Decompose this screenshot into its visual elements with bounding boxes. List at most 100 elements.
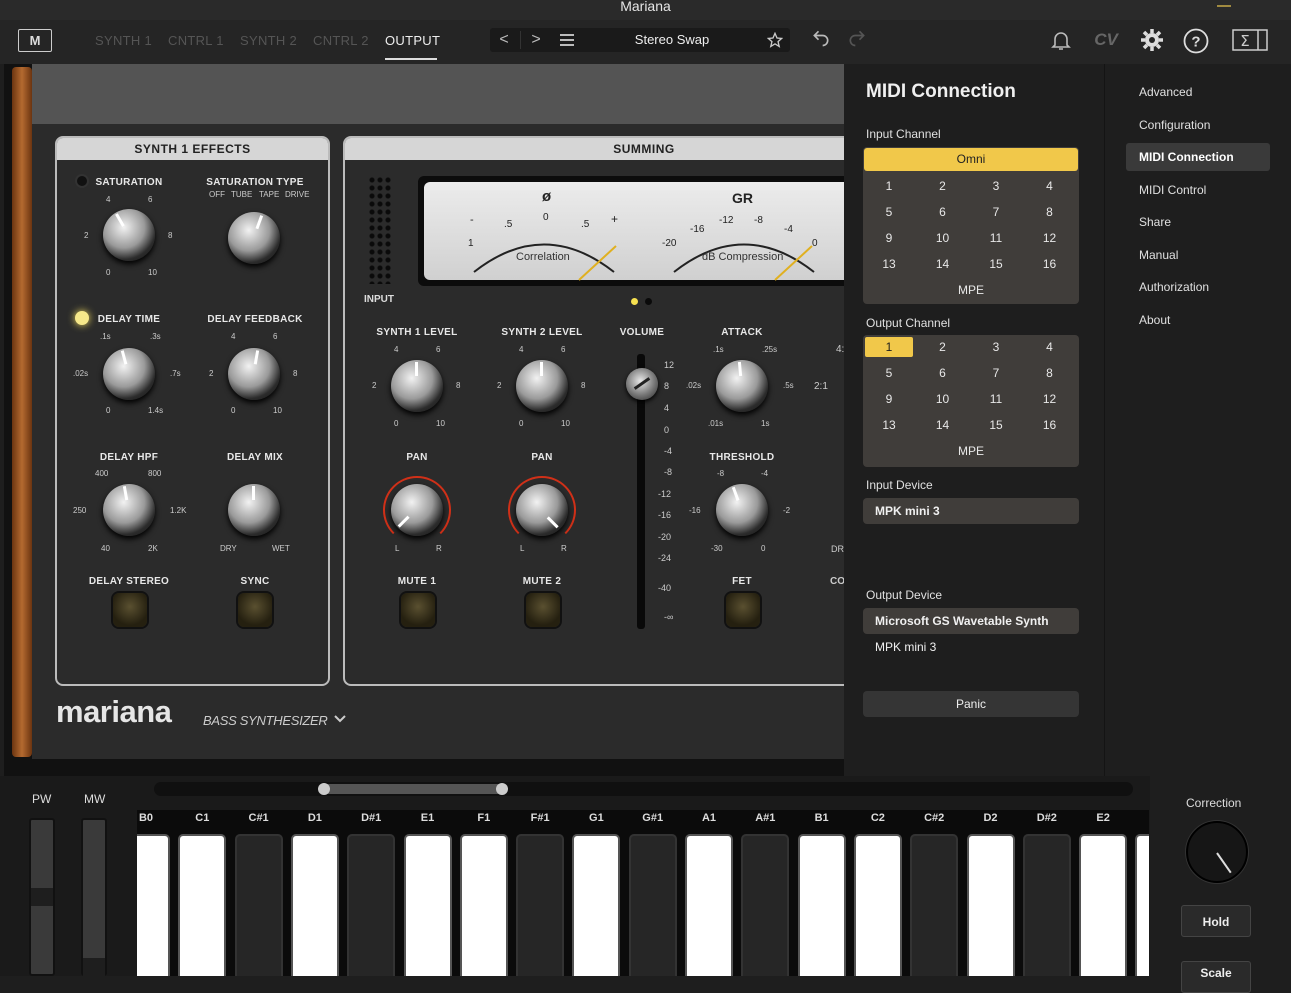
- piano-key-asharp1[interactable]: [741, 834, 790, 976]
- threshold-knob[interactable]: [716, 484, 768, 536]
- menu-item-share[interactable]: Share: [1139, 215, 1171, 229]
- input-channel-16[interactable]: 16: [1026, 254, 1074, 274]
- output-channel-2[interactable]: 2: [919, 337, 967, 357]
- input-channel-5[interactable]: 5: [865, 202, 913, 222]
- output-channel-16[interactable]: 16: [1026, 415, 1074, 435]
- output-channel-4[interactable]: 4: [1026, 337, 1074, 357]
- piano-key-g1[interactable]: [572, 834, 621, 976]
- piano-key-e2[interactable]: [1079, 834, 1128, 976]
- output-channel-15[interactable]: 15: [972, 415, 1020, 435]
- mod-wheel[interactable]: [81, 818, 107, 976]
- brand-dropdown-button[interactable]: [333, 712, 347, 731]
- undo-button[interactable]: [808, 28, 834, 54]
- piano-key-gsharp1[interactable]: [628, 834, 677, 976]
- input-channel-omni[interactable]: Omni: [864, 148, 1078, 171]
- keyboard-scroll-thumb[interactable]: [318, 783, 508, 795]
- piano-key-e1[interactable]: [403, 834, 452, 976]
- minimize-button[interactable]: [1203, 0, 1247, 20]
- tab-synth1[interactable]: SYNTH 1: [95, 33, 152, 48]
- output-channel-12[interactable]: 12: [1026, 389, 1074, 409]
- piano-key-csharp1[interactable]: [234, 834, 283, 976]
- pitch-wheel[interactable]: [29, 818, 55, 976]
- next-preset-button[interactable]: >: [522, 28, 550, 52]
- piano-key-partial[interactable]: [1135, 834, 1149, 976]
- cv-button[interactable]: CV: [1090, 28, 1122, 52]
- attack-knob[interactable]: [716, 360, 768, 412]
- prev-preset-button[interactable]: <: [490, 28, 518, 52]
- pan2-knob[interactable]: [516, 484, 568, 536]
- settings-button[interactable]: [1138, 28, 1166, 58]
- piano-key-b0[interactable]: [137, 834, 170, 976]
- output-channel-7[interactable]: 7: [972, 363, 1020, 383]
- piano-key-dsharp1[interactable]: [347, 834, 396, 976]
- input-channel-10[interactable]: 10: [919, 228, 967, 248]
- input-channel-8[interactable]: 8: [1026, 202, 1074, 222]
- scroll-thumb-left-handle[interactable]: [318, 783, 330, 795]
- input-channel-9[interactable]: 9: [865, 228, 913, 248]
- pitch-wheel-handle[interactable]: [31, 888, 53, 906]
- volume-fader-handle[interactable]: [626, 368, 658, 400]
- input-channel-14[interactable]: 14: [919, 254, 967, 274]
- hold-button[interactable]: Hold: [1181, 905, 1251, 937]
- panic-button[interactable]: Panic: [863, 691, 1079, 717]
- pan1-knob[interactable]: [391, 484, 443, 536]
- output-device-option-selected[interactable]: Microsoft GS Wavetable Synth: [863, 608, 1079, 634]
- mod-wheel-handle[interactable]: [83, 958, 105, 976]
- output-channel-9[interactable]: 9: [865, 389, 913, 409]
- delay-mix-knob[interactable]: [228, 484, 280, 536]
- saturation-type-knob[interactable]: [228, 212, 280, 264]
- scale-button[interactable]: Scale: [1181, 961, 1251, 993]
- output-channel-8[interactable]: 8: [1026, 363, 1074, 383]
- preset-name[interactable]: Stereo Swap: [586, 28, 758, 52]
- output-device-option[interactable]: MPK mini 3: [863, 634, 1079, 660]
- piano-key-csharp2[interactable]: [910, 834, 959, 976]
- logo-menu-button[interactable]: M: [18, 29, 52, 52]
- scroll-thumb-right-handle[interactable]: [496, 783, 508, 795]
- favorite-button[interactable]: [762, 28, 788, 54]
- output-channel-10[interactable]: 10: [919, 389, 967, 409]
- piano-key-f1[interactable]: [459, 834, 508, 976]
- sync-button[interactable]: [238, 593, 272, 627]
- synth2-level-knob[interactable]: [516, 360, 568, 412]
- piano-key-fsharp1[interactable]: [516, 834, 565, 976]
- delay-feedback-knob[interactable]: [228, 348, 280, 400]
- piano-key-b1[interactable]: [797, 834, 846, 976]
- input-channel-11[interactable]: 11: [972, 228, 1020, 248]
- correction-knob[interactable]: [1186, 821, 1248, 883]
- help-button[interactable]: ?: [1182, 28, 1210, 60]
- input-channel-13[interactable]: 13: [865, 254, 913, 274]
- sidebar-toggle-button[interactable]: Σ: [1232, 28, 1268, 58]
- menu-item-manual[interactable]: Manual: [1139, 248, 1178, 262]
- mute1-button[interactable]: [401, 593, 435, 627]
- synth1-level-knob[interactable]: [391, 360, 443, 412]
- piano-key-a1[interactable]: [685, 834, 733, 976]
- saturation-knob[interactable]: [103, 209, 155, 261]
- menu-item-midi-connection[interactable]: MIDI Connection: [1126, 143, 1270, 171]
- tab-output[interactable]: OUTPUT: [385, 33, 440, 48]
- input-channel-15[interactable]: 15: [972, 254, 1020, 274]
- menu-item-advanced[interactable]: Advanced: [1139, 85, 1192, 99]
- delay-hpf-knob[interactable]: [103, 484, 155, 536]
- close-button[interactable]: [1247, 0, 1291, 20]
- menu-item-authorization[interactable]: Authorization: [1139, 280, 1209, 294]
- input-channel-mpe[interactable]: MPE: [947, 280, 995, 300]
- piano-key-d1[interactable]: [290, 834, 339, 976]
- menu-item-about[interactable]: About: [1139, 313, 1170, 327]
- piano-key-c1[interactable]: [178, 834, 227, 976]
- delay-time-knob[interactable]: [103, 348, 155, 400]
- menu-item-midi-control[interactable]: MIDI Control: [1139, 183, 1206, 197]
- page-dot[interactable]: [645, 298, 652, 305]
- output-channel-1[interactable]: 1: [865, 337, 913, 357]
- input-channel-7[interactable]: 7: [972, 202, 1020, 222]
- output-channel-13[interactable]: 13: [865, 415, 913, 435]
- piano-key-dsharp2[interactable]: [1022, 834, 1071, 976]
- redo-button[interactable]: [844, 28, 870, 54]
- notifications-button[interactable]: [1046, 28, 1076, 58]
- output-channel-14[interactable]: 14: [919, 415, 967, 435]
- piano-key-c2[interactable]: [853, 834, 902, 976]
- menu-item-configuration[interactable]: Configuration: [1139, 118, 1210, 132]
- input-channel-3[interactable]: 3: [972, 176, 1020, 196]
- input-channel-1[interactable]: 1: [865, 176, 913, 196]
- input-channel-4[interactable]: 4: [1026, 176, 1074, 196]
- output-channel-mpe[interactable]: MPE: [947, 441, 995, 461]
